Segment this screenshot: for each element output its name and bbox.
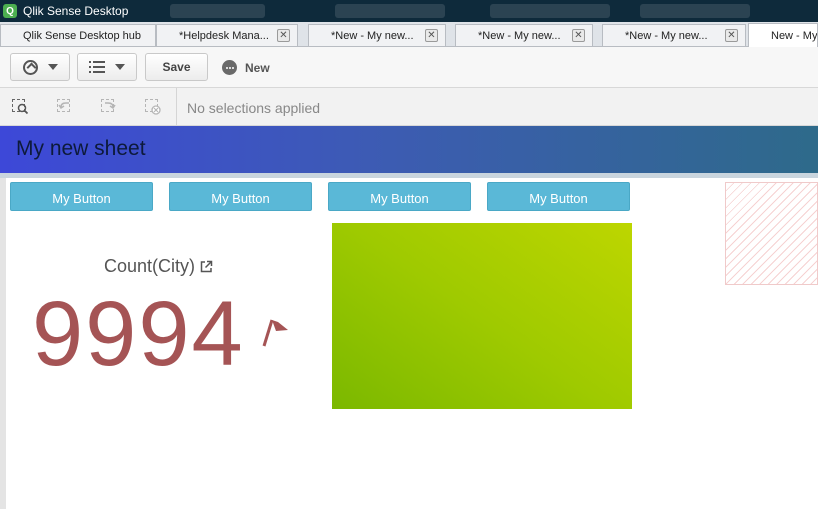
tab-label: *New - My new... [478, 29, 561, 42]
sheet-left-edge [0, 178, 6, 509]
tab-new-sheet-1[interactable]: *New - My new... ✕ [308, 24, 446, 46]
close-icon[interactable]: ✕ [725, 29, 738, 42]
step-back-icon[interactable] [57, 99, 73, 115]
kpi-measure-label: Count(City) [104, 256, 196, 276]
background-window-blur [490, 4, 610, 18]
background-window-blur [640, 4, 750, 18]
close-icon[interactable]: ✕ [572, 29, 585, 42]
kpi-label: Count(City) [104, 256, 213, 277]
compass-icon [22, 59, 38, 75]
gradient-box-object[interactable] [332, 223, 632, 409]
tab-new-sheet-3[interactable]: *New - My new... ✕ [602, 24, 746, 46]
tab-helpdesk[interactable]: *Helpdesk Mana... ✕ [156, 24, 298, 46]
selections-bar: No selections applied [0, 88, 818, 126]
new-label: New [245, 60, 270, 75]
tab-label: New - My [771, 29, 818, 42]
tab-new-sheet-active[interactable]: New - My [748, 23, 818, 47]
navigation-menu-button[interactable] [10, 53, 70, 81]
chevron-down-icon [115, 64, 125, 70]
tab-new-sheet-2[interactable]: *New - My new... ✕ [455, 24, 593, 46]
tab-label: *New - My new... [625, 29, 708, 42]
tab-label: Qlik Sense Desktop hub [23, 29, 142, 42]
my-button-3[interactable]: My Button [328, 182, 471, 211]
close-icon[interactable]: ✕ [277, 29, 290, 42]
save-button[interactable]: Save [145, 53, 208, 81]
selection-status: No selections applied [187, 100, 321, 116]
close-icon[interactable]: ✕ [425, 29, 438, 42]
tab-hub[interactable]: Qlik Sense Desktop hub [0, 24, 156, 46]
flag-icon [260, 316, 292, 350]
window-title: Qlik Sense Desktop [23, 4, 129, 18]
background-window-blur [170, 4, 265, 18]
step-forward-icon[interactable] [101, 99, 117, 115]
smart-search-icon[interactable] [12, 99, 28, 115]
kpi-value: 9994 [32, 283, 245, 385]
tab-label: *New - My new... [331, 29, 414, 42]
clear-selections-icon[interactable] [145, 99, 161, 115]
selection-tools [0, 88, 177, 125]
background-window-blur [335, 4, 445, 18]
qlik-app-icon: Q [3, 4, 17, 18]
my-button-1[interactable]: My Button [10, 182, 153, 211]
more-icon [222, 60, 237, 75]
my-button-2[interactable]: My Button [169, 182, 312, 211]
sheet-header: My new sheet [0, 126, 818, 173]
sheet-title: My new sheet [16, 137, 146, 160]
my-button-4[interactable]: My Button [487, 182, 630, 211]
global-menu-button[interactable] [77, 53, 137, 81]
list-icon [89, 61, 105, 73]
empty-placeholder-object[interactable] [725, 182, 818, 285]
window-titlebar: Q Qlik Sense Desktop [0, 0, 818, 22]
tab-strip: Qlik Sense Desktop hub *Helpdesk Mana...… [0, 22, 818, 47]
chevron-down-icon [47, 64, 58, 70]
external-link-icon[interactable] [200, 260, 213, 273]
sheet-header-divider [0, 173, 818, 178]
new-sheet-indicator[interactable]: New [222, 60, 270, 75]
tab-label: *Helpdesk Mana... [179, 29, 269, 42]
app-toolbar: Save New [0, 47, 818, 88]
